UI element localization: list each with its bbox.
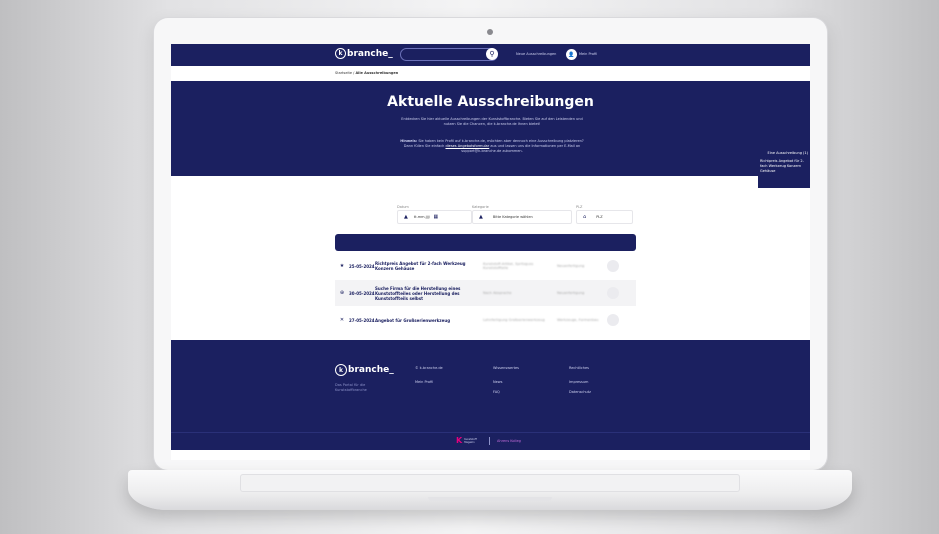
footer-logo-suffix: _ (389, 365, 394, 375)
tools-icon: ✕ (339, 317, 345, 323)
logo-suffix: _ (388, 48, 393, 59)
footer-privacy-link[interactable]: Datenschutz (569, 390, 591, 394)
date-picker-icon[interactable]: ▦ (434, 214, 439, 220)
calendar-icon: ▲ (404, 214, 408, 220)
footer-news-link[interactable]: News (493, 380, 502, 384)
footer-knowledge-heading: Wissenswertes (493, 366, 520, 370)
home-icon: ⌂ (583, 214, 587, 220)
site-logo[interactable]: k branche _ (335, 48, 393, 59)
row-type: Neuanfertigung (557, 263, 585, 268)
star-icon: ★ (339, 263, 345, 269)
row-title[interactable]: Angebot für Großserienwerkzeug (375, 318, 483, 323)
nav-profile-link[interactable]: Mein Profil (579, 52, 597, 56)
row-type: Werkzeuge, Formenbau (557, 317, 599, 322)
row-category: Lohnfertigung Großserienwerkzeug (483, 317, 545, 322)
row-action-button[interactable] (607, 314, 619, 326)
site-footer: k branche _ Das Portal für die Kunststof… (171, 340, 810, 442)
date-filter-label: Datum (397, 205, 409, 209)
footer-copyright: © k-branche.de (415, 366, 443, 370)
row-title[interactable]: Richtpreis Angebot für 2-fach Werkzeug K… (375, 261, 483, 271)
partner-k-icon: K (456, 436, 463, 445)
footer-logo-text: branche (348, 365, 390, 375)
row-date: 30-05-2024 (349, 290, 375, 296)
user-avatar-icon[interactable]: 👤 (566, 49, 577, 60)
date-filter[interactable]: ▲ tt.mm.jjjj ▦ (397, 210, 472, 224)
logo-k-icon: k (335, 48, 346, 59)
site-header: k branche _ ⚲ Neue Ausschreibungen 👤 Mei… (171, 44, 810, 66)
category-select-value: Bitte Kategorie wählen (492, 215, 533, 219)
page-title: Aktuelle Ausschreibungen (387, 94, 594, 110)
hero-note-text: Hinweis: Sie haben kein Profil auf k-bra… (397, 139, 587, 154)
partner-kunststoff-logo[interactable]: K Kunststoff Magazin (456, 436, 480, 445)
footer-profile-link[interactable]: Mein Profil (415, 380, 433, 384)
row-date: 25-05-2024 (349, 263, 375, 269)
footer-faq-link[interactable]: FAQ (493, 390, 500, 394)
category-select[interactable]: ▲ Bitte Kategorie wählen (472, 210, 572, 224)
plz-filter-label: PLZ (576, 205, 583, 209)
footer-imprint-link[interactable]: Impressum (569, 380, 588, 384)
laptop-lid-notch (428, 497, 552, 501)
search-icon[interactable]: ⚲ (486, 48, 498, 60)
row-action-button[interactable] (607, 260, 619, 272)
tender-count-panel: Eine Ausschreibung (1) Richtpreis Angebo… (758, 148, 810, 188)
row-category: Kunststoff-Artikel, Spritzguss Kunststof… (483, 261, 534, 271)
hero-intro-text: Entdecken Sie hier aktuelle Ausschreibun… (401, 117, 583, 126)
date-filter-value: tt.mm.jjjj (413, 215, 430, 219)
partner-ahrens-logo[interactable]: Ahrens Kolleg (497, 439, 521, 443)
row-action-button[interactable] (607, 287, 619, 299)
footer-logo-k-icon: k (335, 364, 347, 376)
tender-count-item[interactable]: Richtpreis Angebot für 2-fach Werkzeug K… (760, 159, 808, 174)
row-title[interactable]: Suche Firma für die Herstellung eines Ku… (375, 286, 483, 301)
partner-divider (489, 437, 490, 445)
table-row[interactable]: ★ 25-05-2024 Richtpreis Angebot für 2-fa… (335, 254, 636, 278)
row-category: Nach Absprache (483, 290, 512, 295)
search-input[interactable] (400, 48, 498, 61)
plus-circle-icon: ⊕ (339, 290, 345, 296)
webcam (487, 29, 493, 35)
breadcrumb: Startseite / Alle Ausschreibungen (335, 71, 398, 75)
table-row[interactable]: ✕ 27-05-2024 Angebot für Großserienwerkz… (335, 308, 636, 332)
category-filter-label: Kategorie (472, 205, 489, 209)
tenders-table-header (335, 234, 636, 251)
hero-note-label: Hinweis: (400, 139, 418, 143)
tender-count-title: Eine Ausschreibung (1) (767, 151, 808, 155)
plz-input-value: PLZ (596, 215, 603, 219)
partner-kunststoff-text: Kunststoff Magazin (464, 437, 477, 444)
logo-text: branche (347, 48, 389, 59)
laptop-keyboard (240, 474, 740, 492)
nav-new-tenders-link[interactable]: Neue Ausschreibungen (516, 52, 556, 56)
footer-logo[interactable]: k branche _ (335, 364, 394, 376)
footer-tagline: Das Portal für die Kunststoffbranche (335, 383, 367, 392)
footer-legal-heading: Rechtliches (569, 366, 590, 370)
table-row[interactable]: ⊕ 30-05-2024 Suche Firma für die Herstel… (335, 280, 636, 306)
plz-input[interactable]: ⌂ PLZ (576, 210, 633, 224)
category-icon: ▲ (479, 214, 483, 220)
laptop-lid: k branche _ ⚲ Neue Ausschreibungen 👤 Mei… (154, 18, 827, 470)
breadcrumb-home[interactable]: Startseite / (335, 71, 354, 75)
offer-form-link[interactable]: dieses Angebotsformular (445, 144, 489, 148)
row-date: 27-05-2024 (349, 317, 375, 323)
breadcrumb-current: Alle Ausschreibungen (355, 71, 399, 75)
row-type: Neuanfertigung (557, 290, 585, 295)
footer-partner-bar (171, 432, 810, 450)
laptop-screen: k branche _ ⚲ Neue Ausschreibungen 👤 Mei… (171, 44, 810, 460)
hero-banner: Aktuelle Ausschreibungen Entdecken Sie h… (171, 81, 810, 176)
